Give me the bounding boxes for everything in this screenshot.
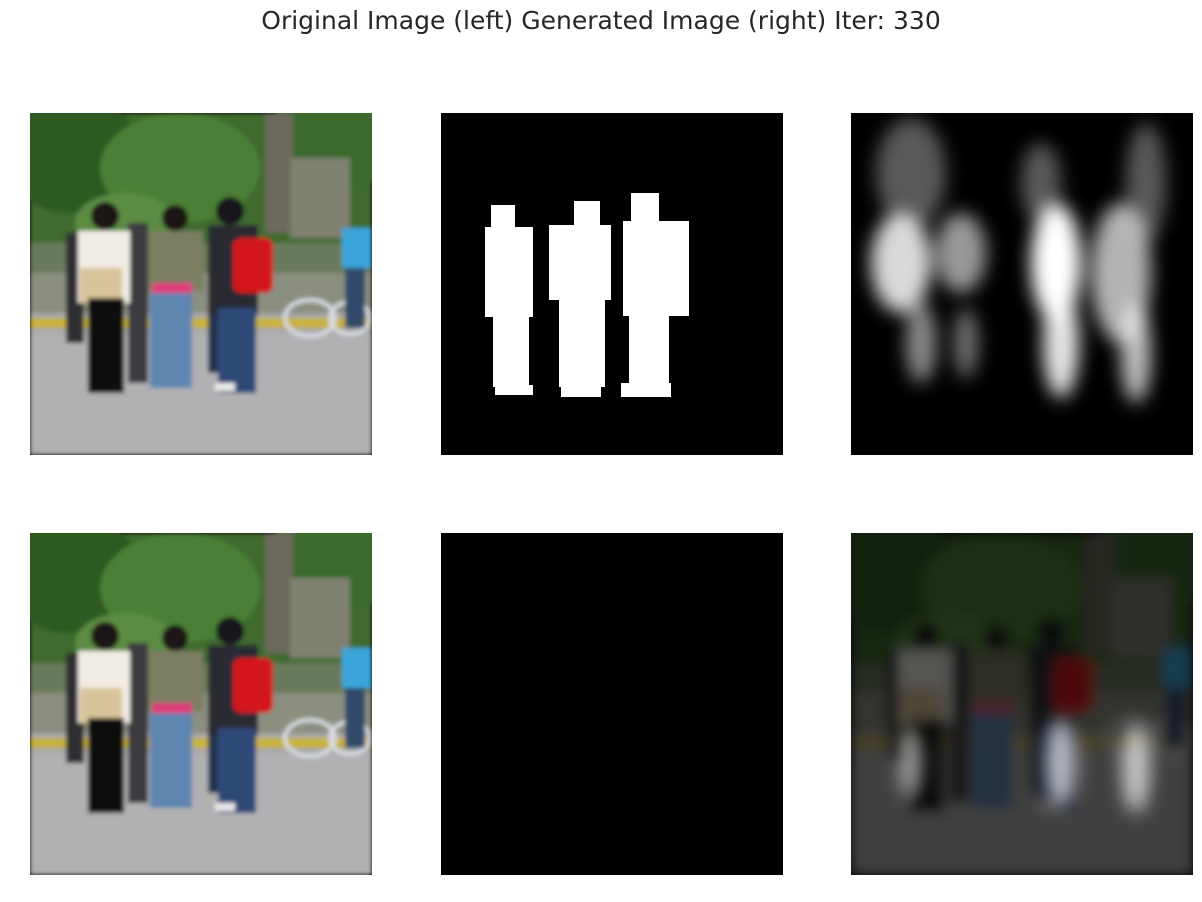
original-photo-panel-top [30,113,372,455]
generated-image-panel [851,533,1193,875]
original-photo-panel-bottom [30,533,372,875]
generated-mask [851,113,1193,455]
generated-masked-image [851,533,1193,875]
binary-mask [441,113,783,455]
generated-mask-panel [851,113,1193,455]
figure-title: Original Image (left) Generated Image (r… [261,6,941,35]
masked-people-panel [441,533,783,875]
street-photo [30,113,372,455]
people-cutout [441,533,783,875]
ground-truth-mask-panel [441,113,783,455]
street-photo [30,533,372,875]
